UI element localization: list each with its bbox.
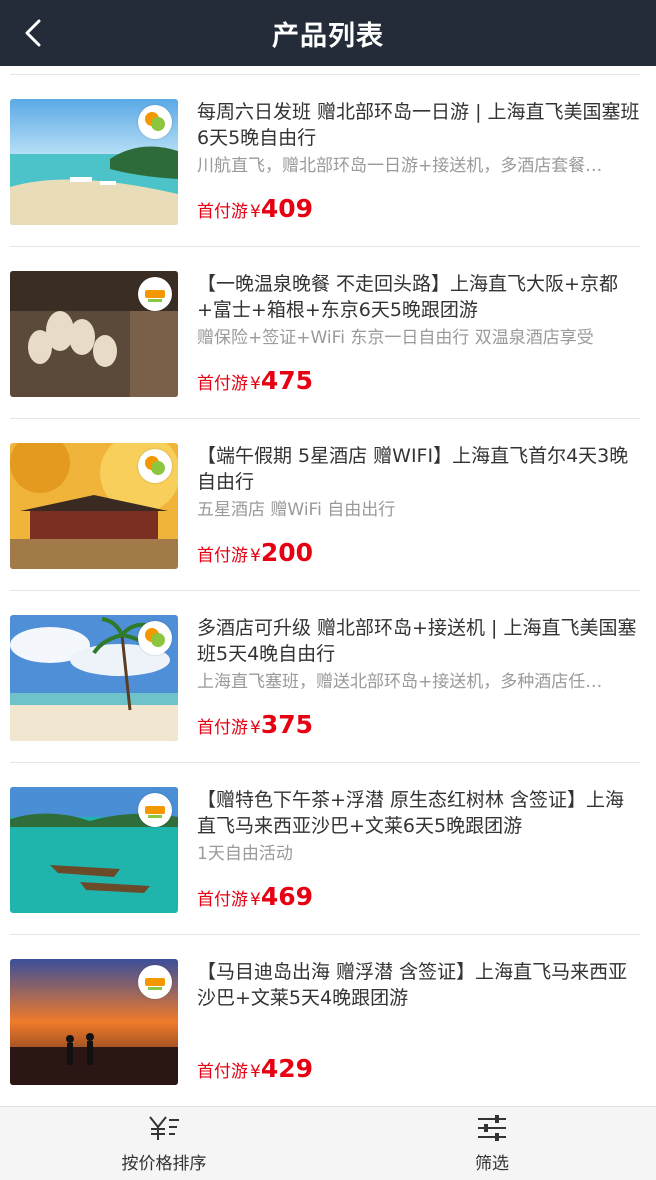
filter-button[interactable]: 筛选 [328,1107,656,1180]
product-item[interactable]: 多酒店可升级 赠北部环岛+接送机 | 上海直飞美国塞班5天4晚自由行 上海直飞塞… [10,591,640,763]
product-price: 首付游 ¥469 [197,882,314,911]
product-thumbnail [10,443,178,569]
brand-logo-icon [138,621,172,655]
product-thumbnail [10,271,178,397]
brand-logo-icon [138,449,172,483]
page-title: 产品列表 [272,20,384,52]
product-item[interactable]: 每周六日发班 赠北部环岛一日游 | 上海直飞美国塞班6天5晚自由行 川航直飞，赠… [10,75,640,247]
product-price: 首付游 ¥409 [197,194,314,223]
product-desc: 1天自由活动 [197,844,293,864]
product-item[interactable]: 【赠特色下午茶+浮潜 原生态红树林 含签证】上海直飞马来西亚沙巴+文莱6天5晚跟… [10,763,640,935]
product-item[interactable]: 【一晚温泉晚餐 不走回头路】上海直飞大阪+京都+富士+箱根+东京6天5晚跟团游 … [10,247,640,419]
sort-label: 按价格排序 [121,1154,207,1174]
brand-logo-icon [138,965,172,999]
product-price: 首付游 ¥200 [197,538,314,567]
product-name: 【一晚温泉晚餐 不走回头路】上海直飞大阪+京都+富士+箱根+东京6天5晚跟团游 [197,273,618,321]
product-thumbnail [10,615,178,741]
product-price: 首付游 ¥375 [197,710,314,739]
product-thumbnail [10,959,178,1085]
product-name: 【端午假期 5星酒店 赠WIFI】上海直飞首尔4天3晚自由行 [197,445,629,493]
filter-sliders-icon [478,1115,506,1141]
product-desc: 赠保险+签证+WiFi 东京一日自由行 双温泉酒店享受 [197,328,594,348]
product-name: 【赠特色下午茶+浮潜 原生态红树林 含签证】上海直飞马来西亚沙巴+文莱6天5晚跟… [197,789,625,837]
product-thumbnail [10,99,178,225]
product-name: 多酒店可升级 赠北部环岛+接送机 | 上海直飞美国塞班5天4晚自由行 [197,617,637,665]
product-desc: 五星酒店 赠WiFi 自由出行 [197,500,396,520]
product-item[interactable]: 【马目迪岛出海 赠浮潜 含签证】上海直飞马来西亚沙巴+文莱5天4晚跟团游 首付游… [10,935,640,1106]
product-desc: 川航直飞，赠北部环岛一日游+接送机，多酒店套餐… [197,156,603,176]
product-name: 每周六日发班 赠北部环岛一日游 | 上海直飞美国塞班6天5晚自由行 [197,101,640,149]
brand-logo-icon [138,277,172,311]
back-button[interactable] [16,16,50,50]
brand-logo-icon [138,793,172,827]
product-item[interactable]: 【端午假期 5星酒店 赠WIFI】上海直飞首尔4天3晚自由行 五星酒店 赠WiF… [10,419,640,591]
chevron-left-icon [25,19,41,47]
bottom-tabbar: 按价格排序 筛选 [0,1106,656,1180]
product-desc: 上海直飞塞班，赠送北部环岛+接送机，多种酒店任… [197,672,603,692]
sort-by-price-button[interactable]: 按价格排序 [0,1107,328,1180]
header-bar: 产品列表 [0,0,656,66]
filter-label: 筛选 [475,1154,509,1174]
yen-sort-icon [149,1116,179,1140]
product-list[interactable]: 每周六日发班 赠北部环岛一日游 | 上海直飞美国塞班6天5晚自由行 川航直飞，赠… [0,66,656,1106]
product-name: 【马目迪岛出海 赠浮潜 含签证】上海直飞马来西亚沙巴+文莱5天4晚跟团游 [197,961,628,1009]
brand-logo-icon [138,105,172,139]
product-price: 首付游 ¥475 [197,366,314,395]
product-thumbnail [10,787,178,913]
product-price: 首付游 ¥429 [197,1054,314,1083]
